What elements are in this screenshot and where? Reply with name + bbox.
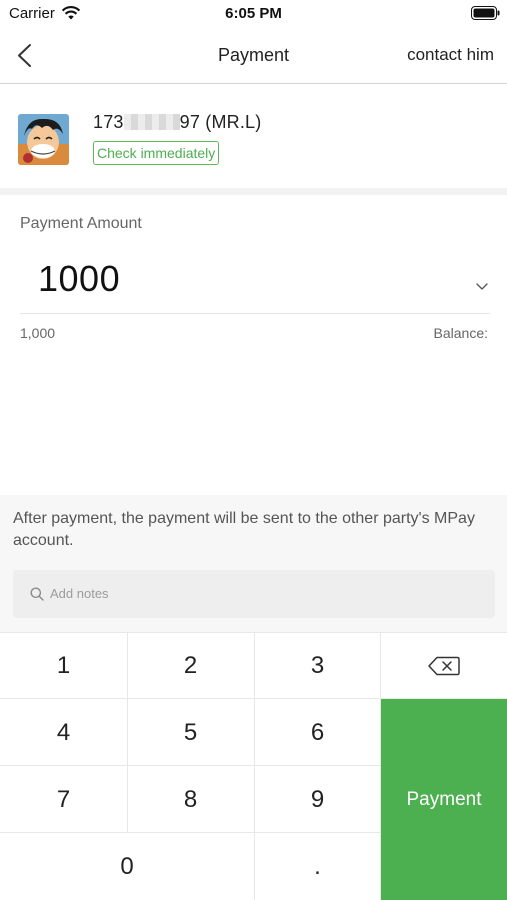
contact-him-button[interactable]: contact him [407,45,494,65]
back-button[interactable] [8,38,44,74]
masked-digits [123,114,180,130]
notes-section: After payment, the payment will be sent … [0,495,507,632]
avatar [18,114,69,165]
keypad-divider [254,632,255,900]
key-decimal[interactable]: . [254,833,381,900]
keypad-divider [0,832,381,833]
key-8[interactable]: 8 [127,766,254,833]
search-icon [30,587,44,601]
key-1[interactable]: 1 [0,632,127,699]
key-2[interactable]: 2 [127,632,254,699]
battery-icon [471,6,500,20]
numeric-keypad: 1 2 3 4 5 6 7 8 9 0 . Payment [0,632,507,900]
status-time: 6:05 PM [225,5,282,22]
key-4[interactable]: 4 [0,699,127,766]
payee-name-prefix: 173 [93,112,124,132]
notes-placeholder: Add notes [50,586,109,601]
payment-notice: After payment, the payment will be sent … [13,510,475,549]
keypad-divider [381,698,507,699]
chevron-left-icon [18,44,31,67]
backspace-icon [428,656,460,675]
amount-dropdown-button[interactable] [470,276,494,296]
keypad-divider [127,632,128,833]
key-9[interactable]: 9 [254,766,381,833]
keypad-divider [0,765,381,766]
key-7[interactable]: 7 [0,766,127,833]
notes-input[interactable]: Add notes [13,570,495,618]
key-5[interactable]: 5 [127,699,254,766]
chevron-down-icon [476,283,488,290]
payee-name-suffix: 97 (MR.L) [179,112,262,132]
payment-amount-input[interactable]: 1000 [38,258,120,300]
payment-amount-label: Payment Amount [20,215,142,232]
status-bar: Carrier 6:05 PM [0,0,507,28]
amount-formatted: 1,000 [20,325,56,341]
keypad-divider [380,632,381,900]
navigation-bar: Payment contact him [0,28,507,84]
balance-label: Balance: [433,325,488,341]
section-divider [0,188,507,195]
key-0[interactable]: 0 [0,833,254,900]
delete-key[interactable] [381,632,507,699]
amount-divider [20,313,490,314]
check-immediately-button[interactable]: Check immediately [93,141,220,165]
keypad-divider [0,698,381,699]
payee-card: 173 97 (MR.L) Check immediately [0,85,507,188]
payee-name: 173 97 (MR.L) [93,112,261,133]
payment-button[interactable]: Payment [381,699,507,900]
key-6[interactable]: 6 [254,699,381,766]
key-3[interactable]: 3 [254,632,381,699]
